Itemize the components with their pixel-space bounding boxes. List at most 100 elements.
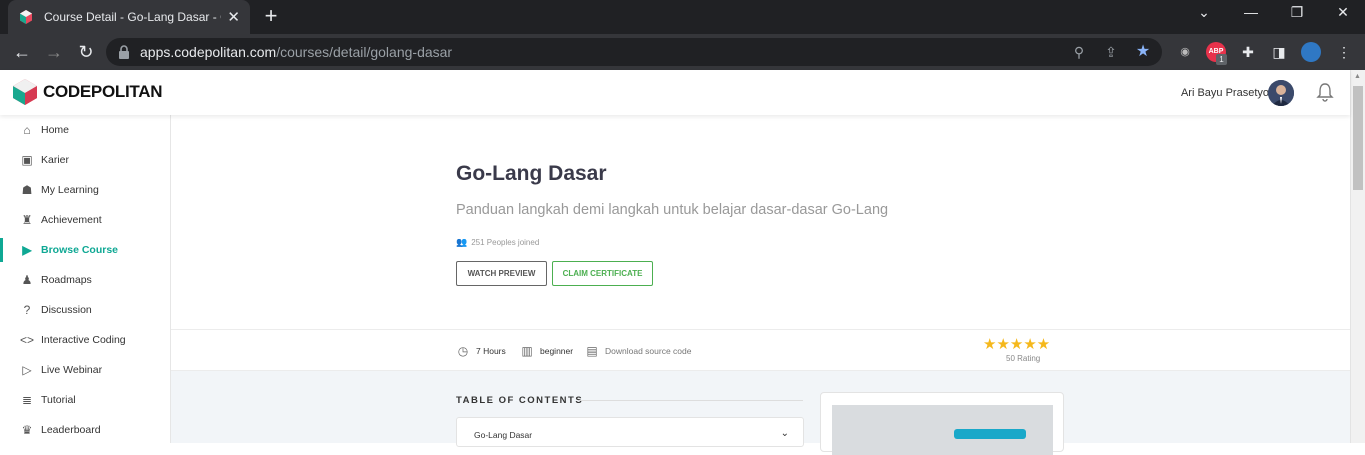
claim-certificate-button[interactable]: CLAIM CERTIFICATE [552,261,653,286]
codepolitan-favicon-icon [20,10,32,24]
sidebar-item-label: Tutorial [41,394,76,406]
question-circle-icon: ? [23,303,31,317]
sidebar-item-label: Achievement [41,214,102,226]
new-tab-icon[interactable]: + [260,5,282,27]
browser-tab[interactable]: Course Detail - Go-Lang Dasar - C ✕ [8,0,250,34]
reload-icon[interactable]: ↻ [75,41,97,63]
sidebar-item-label: Live Webinar [41,364,103,376]
sidebar-item-label: Leaderboard [41,424,101,436]
book-icon: ≣ [21,393,33,407]
home-icon: ⌂ [23,123,31,137]
scroll-thumb[interactable] [1353,86,1363,190]
main-content: Go-Lang Dasar Panduan langkah demi langk… [171,115,1350,455]
sidebar-item-discussion[interactable]: ? Discussion [0,295,171,325]
page-scrollbar[interactable]: ▲ [1350,70,1365,443]
zoom-icon[interactable]: ⚲ [1070,43,1088,61]
sidebar-item-leaderboard[interactable]: ♛ Leaderboard [0,415,171,445]
restore-icon[interactable]: ❐ [1286,4,1308,21]
toc-item-label: Go-Lang Dasar [474,430,533,440]
joined-count: 👥 251 Peoples joined [456,237,539,248]
sidebar-item-home[interactable]: ⌂ Home [0,115,171,145]
play-square-icon: ▶ [22,243,32,257]
course-side-card [820,392,1064,455]
download-source-link[interactable]: ▤ Download source code [585,344,691,358]
extensions-puzzle-icon[interactable]: ✚ [1238,42,1258,62]
sidebar-item-label: My Learning [41,184,99,196]
notification-bell-icon[interactable] [1316,82,1334,102]
sidebar-item-label: Karier [41,154,70,166]
toc-divider [579,400,803,401]
user-name[interactable]: Ari Bayu Prasetyo [1181,87,1269,99]
book-reader-icon: ☗ [21,183,33,197]
level-text: beginner [540,346,574,356]
url-path: /courses/detail/golang-dasar [276,44,453,60]
video-icon: ▷ [22,363,32,377]
course-title: Go-Lang Dasar [456,162,607,185]
toc-heading: TABLE OF CONTENTS [456,395,584,406]
share-icon[interactable]: ⇪ [1102,43,1120,61]
duration-meta: ◷ 7 Hours [456,344,506,358]
scroll-up-icon[interactable]: ▲ [1354,73,1361,80]
sidebar-item-label: Interactive Coding [41,334,126,346]
sidebar-item-roadmaps[interactable]: ♟ Roadmaps [0,265,171,295]
url-host: apps.codepolitan.com [140,44,277,60]
route-icon: ♟ [21,273,33,287]
code-icon: <> [20,333,35,347]
forward-icon[interactable]: → [43,41,65,63]
extension-eye-icon[interactable]: ◉ [1175,42,1195,62]
sidebar-item-live-webinar[interactable]: ▷ Live Webinar [0,355,171,385]
file-code-icon: ▤ [586,344,598,358]
lock-icon [119,45,129,59]
tab-close-icon[interactable]: ✕ [227,8,240,26]
sidebar-item-tutorial[interactable]: ≣ Tutorial [0,385,171,415]
logo-cube-icon [13,79,37,105]
duration-text: 7 Hours [476,346,506,356]
side-panel-icon[interactable]: ◨ [1269,42,1289,62]
sidebar-nav: ⌂ Home ▣ Karier ☗ My Learning ♜ Achievement ▶ Bro… [0,115,171,443]
tab-title: Course Detail - Go-Lang Dasar - C [44,10,222,24]
award-icon: ♜ [21,213,33,227]
rating-stars: ★★★★★ [983,336,1051,353]
sidebar-item-label: Browse Course [41,244,119,256]
minimize-icon[interactable]: — [1240,4,1262,20]
sidebar-item-label: Roadmaps [41,274,92,286]
briefcase-icon: ▣ [21,153,33,167]
profile-avatar[interactable] [1301,42,1321,62]
watch-preview-button[interactable]: WATCH PREVIEW [456,261,547,286]
bar-chart-icon: ▥ [521,344,533,358]
course-hero: Go-Lang Dasar Panduan langkah demi langk… [171,115,1350,329]
sidebar-item-achievement[interactable]: ♜ Achievement [0,205,171,235]
url-text: apps.codepolitan.com/courses/detail/gola… [140,44,452,60]
bookmark-star-icon[interactable]: ★ [1134,43,1152,61]
sidebar-item-browse-course[interactable]: ▶ Browse Course [0,235,171,265]
rating-label: 50 Rating [1006,354,1041,363]
trophy-icon: ♛ [21,423,33,437]
logo-text-bold: CODE [43,82,91,101]
level-meta: ▥ beginner [520,344,573,358]
course-subtitle: Panduan langkah demi langkah untuk belaj… [456,202,889,218]
joined-text: 251 Peoples joined [471,238,540,247]
browser-menu-icon[interactable]: ⋮ [1334,42,1354,62]
course-meta-bar: ◷ 7 Hours ▥ beginner ▤ Download source c… [171,329,1350,371]
browser-toolbar: ← → ↻ apps.codepolitan.com/courses/detai… [0,34,1365,70]
back-icon[interactable]: ← [11,41,33,63]
site-header: CODEPOLITAN Ari Bayu Prasetyo [0,70,1350,115]
adblock-badge: 1 [1216,54,1227,65]
sidebar-item-karier[interactable]: ▣ Karier [0,145,171,175]
codepolitan-logo[interactable]: CODEPOLITAN [11,78,162,106]
user-avatar[interactable] [1268,80,1294,106]
clock-icon: ◷ [457,344,469,358]
browser-tab-bar: Course Detail - Go-Lang Dasar - C ✕ + ⌄ … [0,0,1365,34]
close-window-icon[interactable]: ✕ [1332,4,1354,21]
download-text: Download source code [605,346,692,356]
chevron-down-icon[interactable]: ⌄ [1193,4,1215,21]
avatar-portrait-icon [1268,80,1294,106]
users-icon: 👥 [456,237,468,247]
sidebar-item-interactive-coding[interactable]: <> Interactive Coding [0,325,171,355]
logo-text: CODEPOLITAN [43,82,162,102]
address-bar[interactable]: apps.codepolitan.com/courses/detail/gola… [106,38,1162,66]
sidebar-item-label: Discussion [41,304,92,316]
chevron-down-icon[interactable]: ⌄ [781,428,789,439]
side-card-button[interactable] [954,429,1026,439]
sidebar-item-my-learning[interactable]: ☗ My Learning [0,175,171,205]
